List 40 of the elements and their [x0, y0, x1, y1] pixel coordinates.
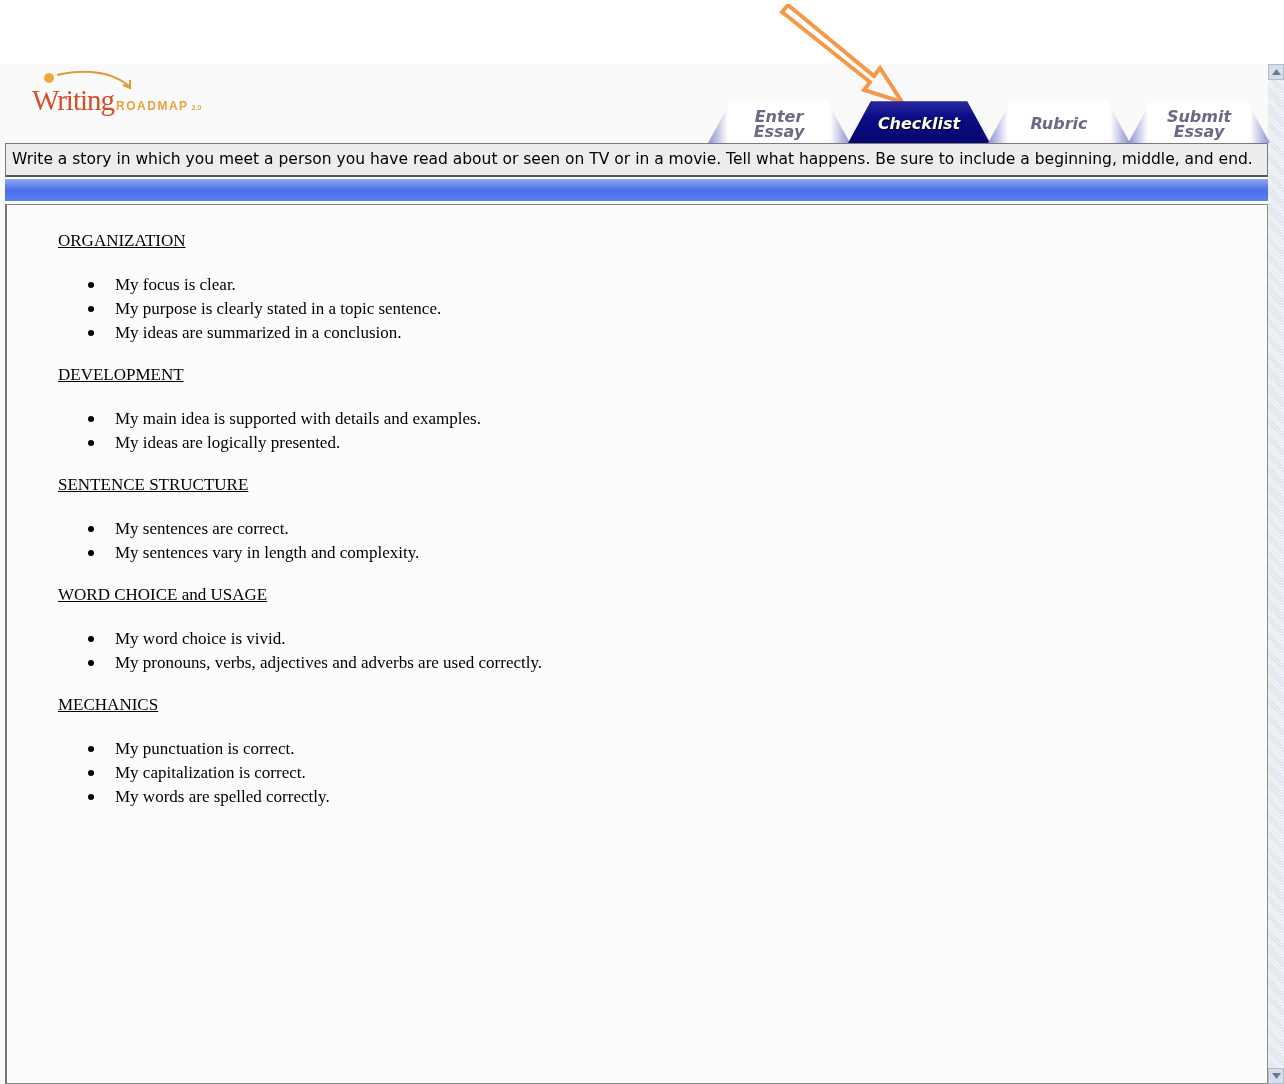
- caret-down-icon: [1271, 1073, 1281, 1079]
- checklist-item: My capitalization is correct.: [115, 763, 306, 783]
- checklist-item: My pronouns, verbs, adjectives and adverbs are used correctly.: [115, 653, 543, 673]
- prompt-text: Write a story in which you meet a person you have read about or seen on TV or in a movie. Tell what happens. Be sure to include a beginning, middle, and end.: [5, 143, 1268, 177]
- bullet-icon: [88, 330, 94, 336]
- checklist-item: My sentences vary in length and complexity.: [115, 543, 420, 563]
- bullet-icon: [88, 794, 94, 800]
- bullet-icon: [88, 282, 94, 288]
- checklist-item: My main idea is supported with details and examples.: [115, 409, 481, 429]
- section-heading: MECHANICS: [58, 694, 160, 716]
- checklist-item: My focus is clear.: [115, 275, 236, 295]
- checklist-item: My sentences are correct.: [115, 519, 289, 539]
- checklist-item: My ideas are summarized in a conclusion.: [115, 323, 402, 343]
- bullet-icon: [88, 440, 94, 446]
- tab[interactable]: Submit Essay: [1128, 100, 1270, 143]
- scrollbar[interactable]: [1268, 64, 1284, 1084]
- bullet-icon: [88, 306, 94, 312]
- checklist-item: My words are spelled correctly.: [115, 787, 330, 807]
- tab[interactable]: Enter Essay: [708, 100, 850, 143]
- checklist-item: My punctuation is correct.: [115, 739, 295, 759]
- tab[interactable]: Rubric: [988, 100, 1130, 143]
- checklist-item: My ideas are logically presented.: [115, 433, 341, 453]
- tab[interactable]: Checklist: [848, 100, 990, 143]
- scroll-down-button[interactable]: [1268, 1068, 1284, 1084]
- section-heading: ORGANIZATION: [58, 230, 187, 252]
- caret-up-icon: [1271, 69, 1281, 75]
- bullet-icon: [88, 770, 94, 776]
- section-heading: WORD CHOICE and USAGE: [58, 584, 269, 606]
- checklist-item: My word choice is vivid.: [115, 629, 286, 649]
- bullet-icon: [88, 660, 94, 666]
- bullet-icon: [88, 526, 94, 532]
- section-heading: DEVELOPMENT: [58, 364, 185, 386]
- bullet-icon: [88, 416, 94, 422]
- bullet-icon: [88, 550, 94, 556]
- logo-text: ROADMAP: [116, 99, 189, 113]
- scroll-up-button[interactable]: [1268, 64, 1284, 80]
- checklist-item: My purpose is clearly stated in a topic sentence.: [115, 299, 442, 319]
- bullet-icon: [88, 746, 94, 752]
- section-heading: SENTENCE STRUCTURE: [58, 474, 250, 496]
- bullet-icon: [88, 636, 94, 642]
